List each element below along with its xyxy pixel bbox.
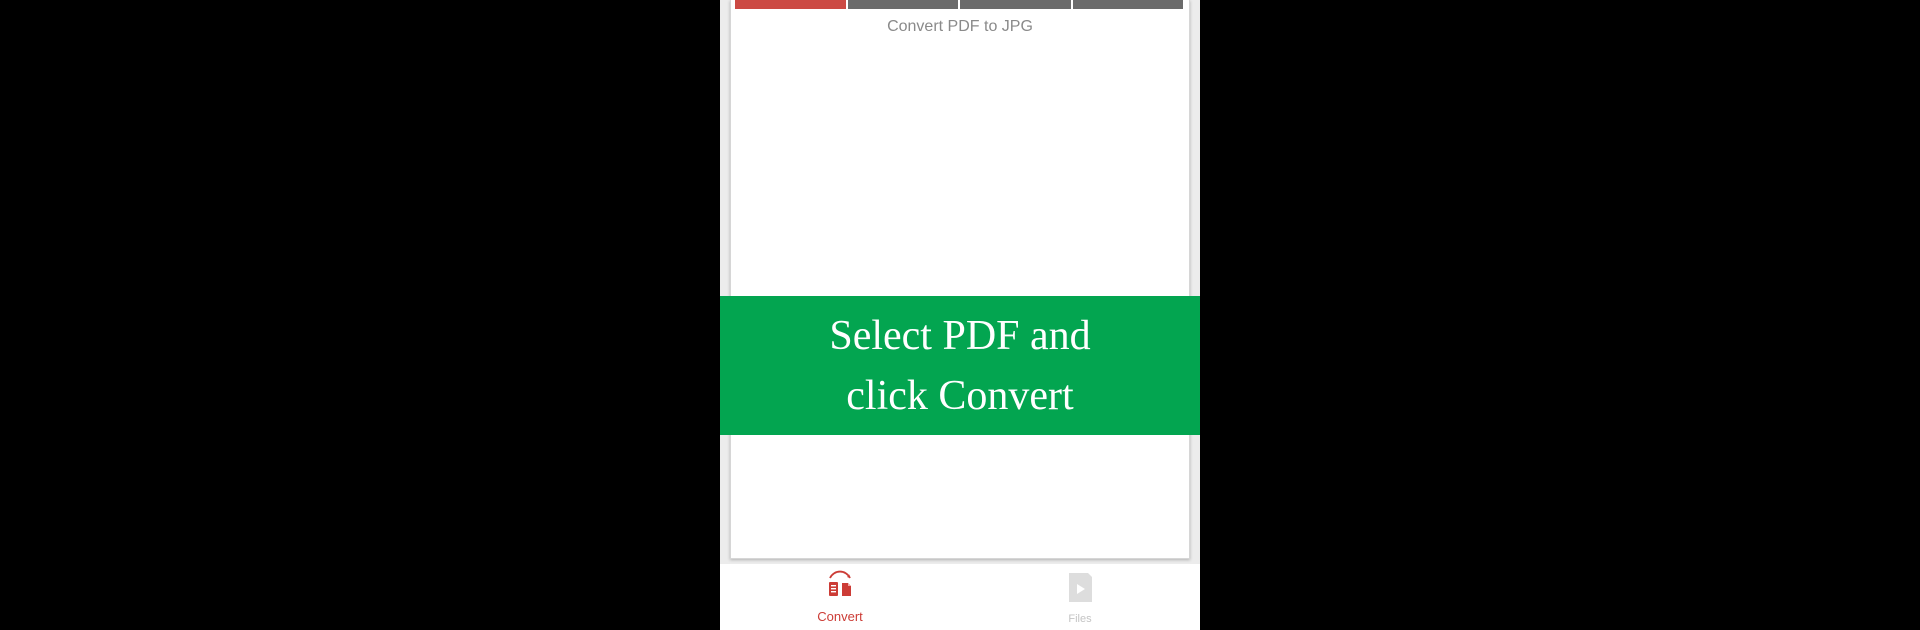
nav-label-convert: Convert (817, 609, 863, 624)
banner-text: Select PDF and click Convert (829, 312, 1091, 419)
step-segment-1 (735, 0, 846, 9)
bottom-navigation: Convert Files (720, 564, 1200, 630)
step-segment-2 (847, 0, 958, 9)
files-icon (1064, 570, 1096, 609)
step-title: Convert PDF to JPG (887, 18, 1033, 35)
step-progress-bar (735, 0, 1183, 9)
nav-label-files: Files (1068, 613, 1092, 625)
step-segment-4 (1072, 0, 1183, 9)
nav-item-convert[interactable]: Convert (780, 570, 900, 624)
phone-screen: Convert PDF to JPG Select PDF and click … (720, 0, 1200, 630)
convert-icon (824, 570, 856, 605)
promo-banner: Select PDF and click Convert (720, 296, 1200, 435)
nav-item-files[interactable]: Files (1020, 570, 1140, 625)
step-segment-3 (960, 0, 1071, 9)
conversion-card: Convert PDF to JPG (730, 0, 1190, 559)
